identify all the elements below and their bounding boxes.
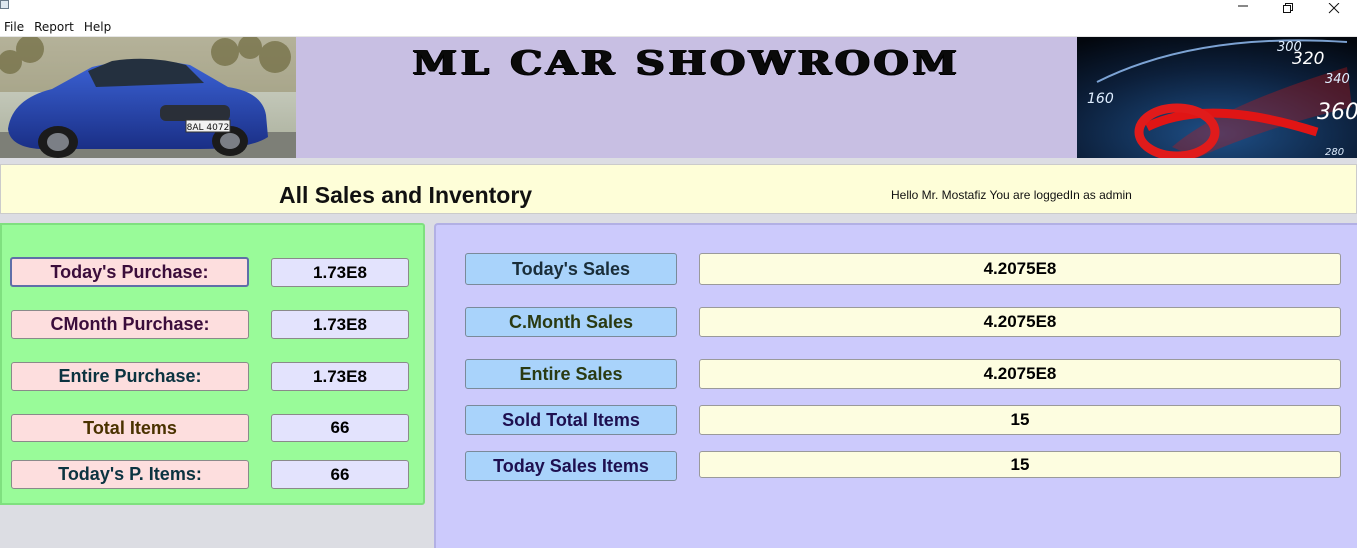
sold-total-items-value: 15 <box>699 405 1341 435</box>
speedo-tick: 360 <box>1317 100 1357 125</box>
cmonth-purchase-value: 1.73E8 <box>271 310 409 339</box>
header-strip: All Sales and Inventory Hello Mr. Mostaf… <box>0 164 1357 214</box>
app-icon <box>0 0 9 9</box>
sold-total-items-button[interactable]: Sold Total Items <box>465 405 677 435</box>
menu-bar: File Report Help <box>0 17 1357 37</box>
plate-text: 8AL 4072 <box>187 123 230 133</box>
close-button[interactable] <box>1311 0 1357 17</box>
today-sales-items-button[interactable]: Today Sales Items <box>465 451 677 481</box>
speedo-tick: 320 <box>1292 49 1324 69</box>
minimize-icon <box>1238 5 1248 6</box>
speedo-tick: 160 <box>1087 91 1114 107</box>
title-bar <box>0 0 1357 17</box>
user-greeting: Hello Mr. Mostafiz You are loggedIn as a… <box>891 188 1132 202</box>
menu-file[interactable]: File <box>0 20 28 34</box>
entire-purchase-button[interactable]: Entire Purchase: <box>11 362 249 391</box>
todays-p-items-button[interactable]: Today's P. Items: <box>11 460 249 489</box>
app-title: ML CAR SHOWROOM <box>412 43 961 82</box>
maximize-button[interactable] <box>1265 0 1311 17</box>
todays-purchase-button[interactable]: Today's Purchase: <box>10 257 249 287</box>
minimize-button[interactable] <box>1220 0 1266 17</box>
total-items-value: 66 <box>271 414 409 442</box>
banner: 8AL 4072 ML CAR SHOWROOM 300 320 340 360… <box>0 37 1357 158</box>
cmonth-purchase-button[interactable]: CMonth Purchase: <box>11 310 249 339</box>
todays-p-items-value: 66 <box>271 460 409 489</box>
page-title: All Sales and Inventory <box>279 182 533 208</box>
menu-report[interactable]: Report <box>30 20 78 34</box>
cmonth-sales-value: 4.2075E8 <box>699 307 1341 337</box>
total-items-button[interactable]: Total Items <box>11 414 249 442</box>
speedo-tick: 340 <box>1325 72 1350 87</box>
today-sales-items-value: 15 <box>699 451 1341 478</box>
entire-sales-value: 4.2075E8 <box>699 359 1341 389</box>
todays-sales-value: 4.2075E8 <box>699 253 1341 285</box>
restore-icon <box>1283 2 1293 13</box>
entire-sales-button[interactable]: Entire Sales <box>465 359 677 389</box>
menu-help[interactable]: Help <box>80 20 115 34</box>
todays-purchase-value: 1.73E8 <box>271 258 409 287</box>
entire-purchase-value: 1.73E8 <box>271 362 409 391</box>
cmonth-sales-button[interactable]: C.Month Sales <box>465 307 677 337</box>
speedo-tick: 280 <box>1325 147 1344 158</box>
todays-sales-button[interactable]: Today's Sales <box>465 253 677 285</box>
close-icon <box>1328 2 1340 13</box>
speedometer-image: 300 320 340 360 160 280 <box>1077 37 1357 158</box>
